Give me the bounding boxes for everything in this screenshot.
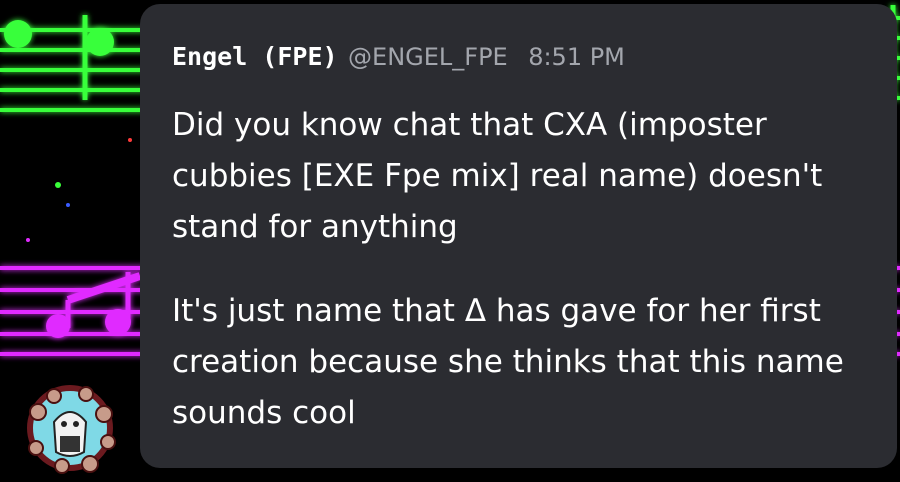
message-paragraph: Did you know chat that CXA (imposter cub…	[172, 107, 823, 245]
message-header: Engel (FPE) @ENGEL_FPE 8:51 PM	[172, 42, 625, 71]
avatar[interactable]	[24, 382, 116, 474]
message-paragraph: It's just name that Δ has gave for her f…	[172, 293, 844, 431]
author-handle[interactable]: @ENGEL_FPE	[348, 43, 508, 71]
message-card: Engel (FPE) @ENGEL_FPE 8:51 PM Did you k…	[140, 4, 897, 468]
timestamp: 8:51 PM	[528, 43, 625, 71]
author-name[interactable]: Engel (FPE)	[172, 42, 338, 71]
